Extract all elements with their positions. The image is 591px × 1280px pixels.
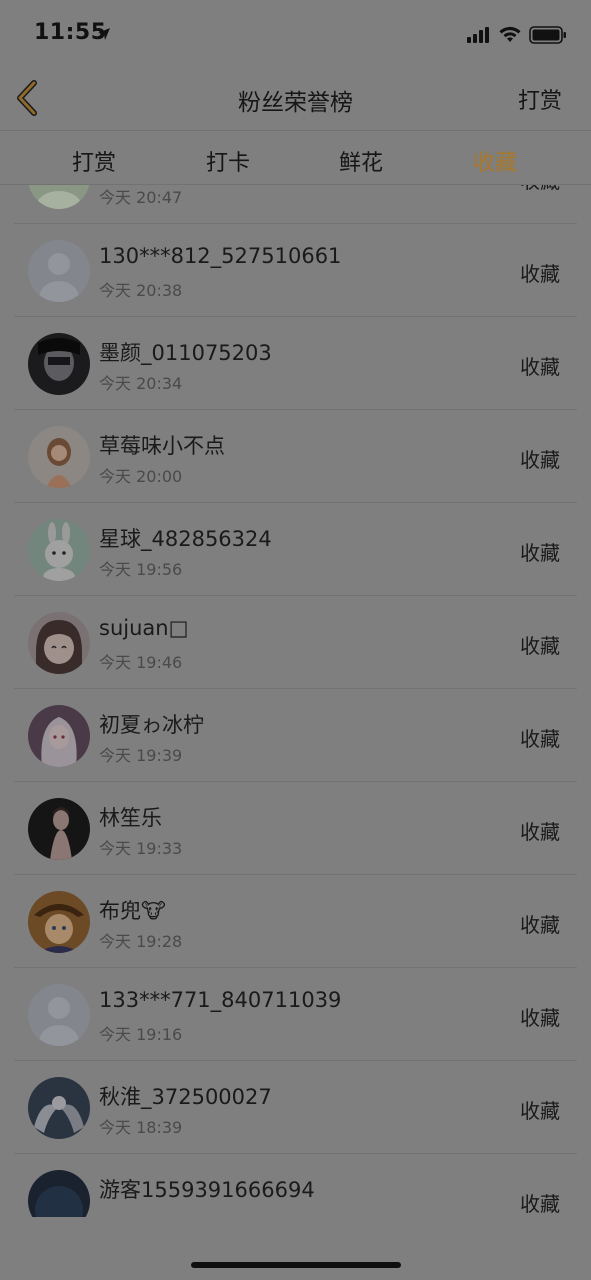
action-label: 收藏 — [520, 262, 560, 286]
fan-list-content: 今天 20:47 收藏 130***812_527510661 今天 20:38… — [0, 185, 591, 1217]
default-avatar — [28, 240, 90, 302]
list-item[interactable]: 布兜🐮 今天 19:28 收藏 — [0, 875, 591, 968]
list-item[interactable]: sujuan□ 今天 19:46 收藏 — [0, 596, 591, 689]
user-name: 游客1559391666694 — [99, 1178, 315, 1202]
action-label: 收藏 — [520, 1006, 560, 1030]
avatar — [28, 426, 90, 488]
list-item[interactable]: 今天 20:47 收藏 — [0, 185, 591, 224]
favorite-time: 今天 19:33 — [99, 839, 183, 858]
action-label: 收藏 — [520, 1192, 560, 1216]
avatar — [28, 185, 90, 209]
action-label: 收藏 — [520, 355, 560, 379]
wifi-icon — [498, 25, 522, 47]
avatar — [28, 333, 90, 395]
home-indicator[interactable] — [191, 1262, 401, 1268]
user-name: 133***771_840711039 — [99, 988, 342, 1012]
avatar — [28, 798, 90, 860]
battery-icon — [529, 26, 567, 48]
status-time: 11:55 — [34, 20, 107, 45]
status-bar: 11:55 — [0, 0, 591, 66]
user-name: 秋淮_372500027 — [99, 1085, 272, 1109]
avatar — [28, 519, 90, 581]
favorite-time: 今天 20:34 — [99, 374, 183, 393]
user-name: 130***812_527510661 — [99, 244, 342, 268]
user-name: 草莓味小不点 — [99, 434, 225, 458]
list-item[interactable]: 初夏ゎ冰柠 今天 19:39 收藏 — [0, 689, 591, 782]
fan-list[interactable]: 今天 20:47 收藏 130***812_527510661 今天 20:38… — [0, 185, 591, 1217]
list-item[interactable]: 林笙乐 今天 19:33 收藏 — [0, 782, 591, 875]
navigation-bar: 粉丝荣誉榜 打赏 — [0, 66, 591, 130]
list-item[interactable]: 秋淮_372500027 今天 18:39 收藏 — [0, 1061, 591, 1154]
favorite-time: 今天 19:46 — [99, 653, 183, 672]
action-label: 收藏 — [520, 541, 560, 565]
favorite-time: 今天 20:47 — [99, 188, 183, 207]
avatar — [28, 612, 90, 674]
avatar — [28, 705, 90, 767]
action-label: 收藏 — [520, 634, 560, 658]
user-name: 布兜🐮 — [99, 899, 166, 923]
favorite-time: 今天 19:16 — [99, 1025, 183, 1044]
cellular-signal-icon — [467, 27, 491, 47]
list-item[interactable]: 星球_482856324 今天 19:56 收藏 — [0, 503, 591, 596]
action-label: 收藏 — [520, 185, 560, 194]
tab-reward[interactable]: 打赏 — [54, 145, 134, 177]
reward-button[interactable]: 打赏 — [518, 83, 562, 115]
list-item[interactable]: 133***771_840711039 今天 19:16 收藏 — [0, 968, 591, 1061]
screen: 11:55 粉丝荣誉榜 打赏 打赏 打卡 鲜花 收藏 今天 20:47 130*… — [0, 0, 591, 1280]
user-name: 林笙乐 — [99, 806, 162, 830]
list-item[interactable]: 墨颜_011075203 今天 20:34 收藏 — [0, 317, 591, 410]
favorite-time: 今天 20:00 — [99, 467, 183, 486]
user-name: sujuan□ — [99, 616, 189, 640]
avatar — [28, 1170, 90, 1217]
action-label: 收藏 — [520, 448, 560, 472]
favorite-time: 今天 20:38 — [99, 281, 183, 300]
action-label: 收藏 — [520, 727, 560, 751]
action-label: 收藏 — [520, 913, 560, 937]
tab-favorites[interactable]: 收藏 — [455, 145, 535, 177]
avatar — [28, 1077, 90, 1139]
favorite-time: 今天 19:28 — [99, 932, 183, 951]
list-item[interactable]: 草莓味小不点 今天 20:00 收藏 — [0, 410, 591, 503]
tab-bar: 打赏 打卡 鲜花 收藏 — [0, 131, 591, 185]
favorite-time: 今天 19:39 — [99, 746, 183, 765]
favorite-time: 今天 18:39 — [99, 1118, 183, 1137]
action-label: 收藏 — [520, 820, 560, 844]
user-name: 初夏ゎ冰柠 — [99, 713, 204, 737]
action-label: 收藏 — [520, 1099, 560, 1123]
favorite-time: 今天 19:56 — [99, 560, 183, 579]
page-title: 粉丝荣誉榜 — [238, 90, 353, 116]
list-item[interactable]: 游客1559391666694 收藏 — [0, 1154, 591, 1217]
default-avatar — [28, 984, 90, 1046]
tab-checkin[interactable]: 打卡 — [188, 145, 268, 177]
user-name: 墨颜_011075203 — [99, 341, 272, 365]
avatar — [28, 891, 90, 953]
list-item[interactable]: 130***812_527510661 今天 20:38 收藏 — [0, 224, 591, 317]
user-name: 星球_482856324 — [99, 527, 272, 551]
location-arrow-icon — [97, 26, 111, 45]
tab-flowers[interactable]: 鲜花 — [321, 145, 401, 177]
